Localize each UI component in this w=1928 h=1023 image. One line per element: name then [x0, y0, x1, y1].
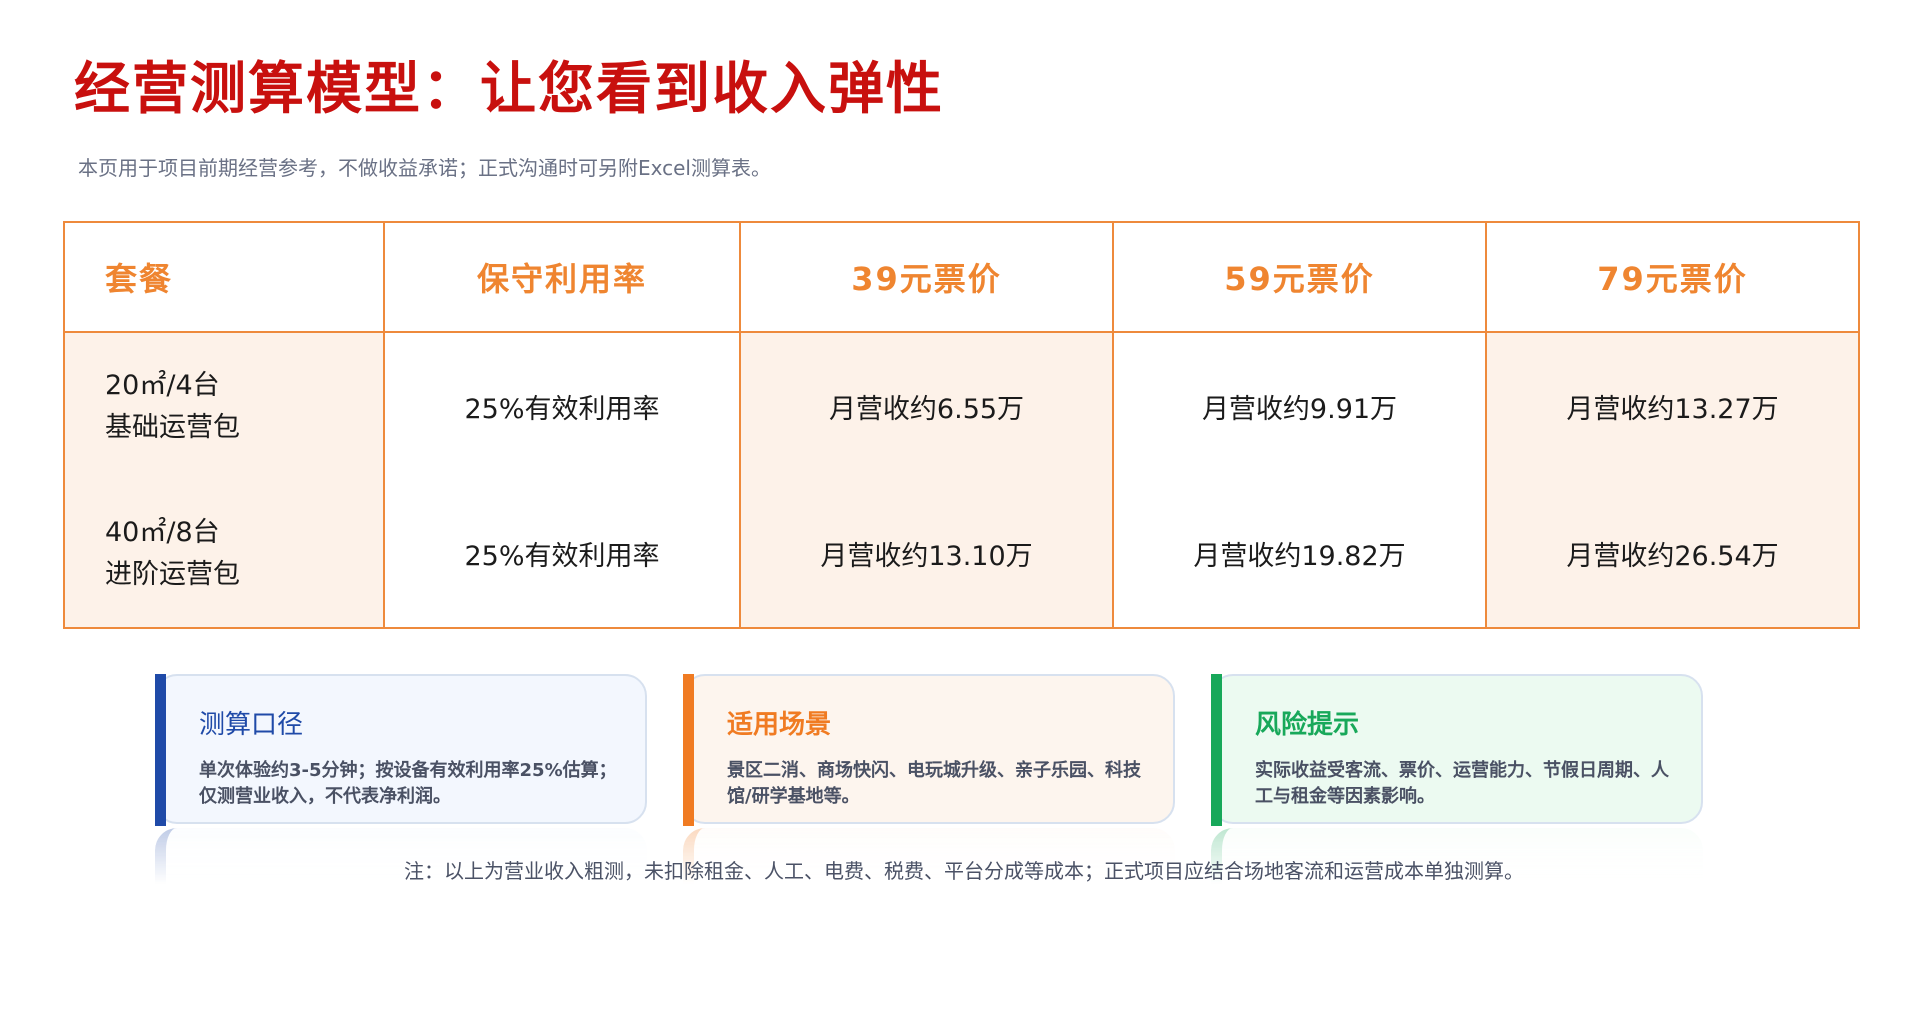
table-row: 40㎡/8台 进阶运营包 25%有效利用率 月营收约13.10万 月营收约19.…	[64, 480, 1860, 628]
revenue-39-cell: 月营收约6.55万	[740, 332, 1114, 480]
revenue-59-cell: 月营收约19.82万	[1113, 480, 1487, 628]
footnote: 注：以上为营业收入粗测，未扣除租金、人工、电费、税费、平台分成等成本；正式项目应…	[404, 859, 1524, 883]
table-header-row: 套餐 保守利用率 39元票价 59元票价 79元票价	[64, 222, 1860, 333]
card-title: 适用场景	[727, 710, 832, 740]
card-title: 风险提示	[1255, 710, 1360, 740]
card-body: 实际收益受客流、票价、运营能力、节假日周期、人工与租金等因素影响。	[1255, 760, 1669, 807]
card-accent-bar	[1211, 674, 1222, 826]
revenue-39-cell: 月营收约13.10万	[740, 480, 1114, 628]
card-method: 测算口径 单次体验约3-5分钟；按设备有效利用率25%估算；仅测营业收入，不代表…	[155, 674, 647, 826]
header-price-59: 59元票价	[1113, 222, 1487, 333]
page-title: 经营测算模型：让您看到收入弹性	[74, 57, 944, 122]
header-utilization: 保守利用率	[384, 222, 741, 333]
card-title: 测算口径	[199, 710, 304, 740]
card-accent-bar	[155, 674, 166, 826]
package-name: 基础运营包	[105, 411, 240, 443]
package-name: 进阶运营包	[105, 558, 240, 590]
utilization-cell: 25%有效利用率	[384, 332, 741, 480]
package-size: 40㎡/8台	[105, 516, 220, 548]
header-price-39: 39元票价	[740, 222, 1114, 333]
card-scenarios: 适用场景 景区二消、商场快闪、电玩城升级、亲子乐园、科技馆/研学基地等。	[683, 674, 1175, 826]
card-accent-bar	[683, 674, 694, 826]
card-body: 单次体验约3-5分钟；按设备有效利用率25%估算；仅测营业收入，不代表净利润。	[199, 760, 617, 807]
package-size: 20㎡/4台	[105, 369, 220, 401]
revenue-79-cell: 月营收约26.54万	[1486, 480, 1860, 628]
package-cell: 40㎡/8台 进阶运营包	[64, 480, 385, 628]
header-package: 套餐	[64, 222, 385, 333]
card-risk: 风险提示 实际收益受客流、票价、运营能力、节假日周期、人工与租金等因素影响。	[1211, 674, 1703, 826]
revenue-79-cell: 月营收约13.27万	[1486, 332, 1860, 480]
card-body: 景区二消、商场快闪、电玩城升级、亲子乐园、科技馆/研学基地等。	[727, 760, 1141, 807]
header-price-79: 79元票价	[1486, 222, 1860, 333]
info-cards: 测算口径 单次体验约3-5分钟；按设备有效利用率25%估算；仅测营业收入，不代表…	[155, 674, 1705, 884]
utilization-cell: 25%有效利用率	[384, 480, 741, 628]
revenue-59-cell: 月营收约9.91万	[1113, 332, 1487, 480]
package-cell: 20㎡/4台 基础运营包	[64, 332, 385, 480]
table-row: 20㎡/4台 基础运营包 25%有效利用率 月营收约6.55万 月营收约9.91…	[64, 332, 1860, 480]
pricing-table: 套餐 保守利用率 39元票价 59元票价 79元票价 20㎡/4台 基础运营包 …	[63, 221, 1860, 629]
page-subtitle: 本页用于项目前期经营参考，不做收益承诺；正式沟通时可另附Excel测算表。	[78, 156, 771, 180]
